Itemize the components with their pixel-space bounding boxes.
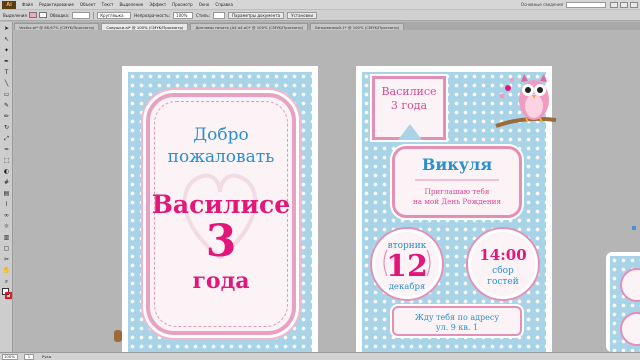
welcome-line-2: пожаловать [167,147,275,167]
offcanvas-branch-fragment[interactable] [114,330,122,342]
opacity-input[interactable]: 100% [173,11,194,19]
maximize-button[interactable] [620,1,628,8]
menu-help[interactable]: Справка [212,2,236,7]
separator [93,11,95,19]
birthday-name: Василисе [151,190,291,219]
tab-vestka[interactable]: Vestka.ai* @ 66,67% (CMYK/Просмотр) [14,23,100,30]
help-search-input[interactable] [566,1,606,8]
gather-line-2: гостей [487,277,519,287]
flag-notch [398,124,422,140]
close-button[interactable] [630,1,638,8]
pen-tool-icon[interactable]: ✒ [2,57,11,66]
gather-line-1: сбор [492,266,514,276]
symbol-sprayer-tool-icon[interactable]: ☼ [2,222,11,231]
rectangle-tool-icon[interactable]: ▭ [2,90,11,99]
owl-on-branch-illustration[interactable] [494,66,558,136]
current-tool-status: Рука [42,354,52,359]
menu-text[interactable]: Текст [99,2,117,7]
type-tool-icon[interactable]: T [2,68,11,77]
menu-bar: Ai Файл Редактирование Объект Текст Выде… [0,0,640,10]
menu-select[interactable]: Выделение [116,2,146,7]
day-number: 12 [386,249,428,284]
tab-untitled[interactable]: Безымянный-1* @ 100% (CMYK/Просмотр) [310,23,405,30]
control-bar: Выделения Обводка: Кругляшка Непрозрачно… [0,10,640,21]
menu-effect[interactable]: Эффект [146,2,169,7]
sender-name: Викуля [421,155,493,174]
date-circle[interactable]: вторник 12 декабря [372,229,442,299]
brush-select[interactable]: Кругляшка [97,11,132,19]
name-flag-banner[interactable]: Василисе 3 года [372,76,446,140]
status-bar: 100% 1 Рука [0,352,640,360]
preferences-button[interactable]: Установки [287,11,317,19]
brush-tool-icon[interactable]: ✎ [2,101,11,110]
fill-stroke-widget[interactable] [2,288,12,300]
document-settings-button[interactable]: Параметры документа [228,11,285,19]
workspace-switcher[interactable]: Основные сведения [518,2,566,7]
rotate-tool-icon[interactable]: ↻ [2,123,11,132]
graph-tool-icon[interactable]: ▥ [2,233,11,242]
menu-view[interactable]: Просмотр [169,2,196,7]
eyedropper-tool-icon[interactable]: ⌇ [2,200,11,209]
divider-ornament [415,179,499,181]
shape-builder-tool-icon[interactable]: ◐ [2,167,11,176]
menu-edit[interactable]: Редактирование [36,2,77,7]
artboard-tool-icon[interactable]: ▢ [2,244,11,253]
artboard-invitation[interactable]: Василисе 3 года Викуля Приглашаю тебя на… [356,66,557,356]
gathering-time: 14:00 [479,246,527,264]
month: декабря [388,282,426,292]
stroke-weight-input[interactable] [72,11,91,19]
menu-object[interactable]: Объект [77,2,99,7]
years-word: года [192,268,250,294]
tab-sovushki[interactable]: Совушки.ai* @ 100% (CMYK/Просмотр) [101,23,189,30]
menu-file[interactable]: Файл [19,2,36,7]
artboard-number-select[interactable]: 1 [24,353,34,360]
blend-tool-icon[interactable]: ∞ [2,211,11,220]
tools-panel: ➤ ↖ ✦ ✒ T ╲ ▭ ✎ ✏ ↻ ⤢ ≈ ⬚ ◐ # ▤ ⌇ ∞ ☼ ▥ … [0,22,13,352]
scale-tool-icon[interactable]: ⤢ [2,134,11,143]
offcanvas-artboard-fragment[interactable] [606,252,640,352]
invite-line-2: на мой День Рождения [412,197,501,206]
fill-swatch[interactable] [28,12,37,18]
address-box[interactable]: Жду тебя по адресу ул. 9 кв. 1 [392,306,522,336]
gradient-tool-icon[interactable]: ▤ [2,189,11,198]
time-circle[interactable]: 14:00 сбор гостей [468,229,538,299]
free-transform-tool-icon[interactable]: ⬚ [2,156,11,165]
menu-window[interactable]: Окно [196,2,213,7]
selection-tool-icon[interactable]: ➤ [2,24,11,33]
magic-wand-tool-icon[interactable]: ✦ [2,46,11,55]
flag-age: 3 года [390,99,428,112]
address-line-2: ул. 9 кв. 1 [435,323,479,332]
width-tool-icon[interactable]: ≈ [2,145,11,154]
app-logo-icon: Ai [2,0,16,9]
stroke-color-icon[interactable] [5,292,12,299]
selection-label: Выделения [3,12,27,18]
mesh-tool-icon[interactable]: # [2,178,11,187]
selection-anchor-point[interactable] [632,226,636,230]
birthday-age: 3 [205,216,237,267]
flag-name: Василисе [381,85,437,98]
document-tabs: Vestka.ai* @ 66,67% (CMYK/Просмотр) Сову… [14,22,640,30]
hand-tool-icon[interactable]: ✋ [2,266,11,275]
pencil-tool-icon[interactable]: ✏ [2,112,11,121]
minimize-button[interactable] [610,1,618,8]
artboard-welcome-poster[interactable]: Добро пожаловать Василисе 3 года [122,66,318,356]
line-tool-icon[interactable]: ╲ [2,79,11,88]
zoom-level-select[interactable]: 100% [2,353,18,360]
style-label: Стиль: [196,12,211,18]
illustrator-window: Ai Файл Редактирование Объект Текст Выде… [0,0,640,360]
welcome-line-1: Добро [193,125,249,145]
stroke-label: Обводка: [49,12,70,18]
tab-diplomy[interactable]: Дипломы печать (A4 a4.ai)* @ 100% (CMYK/… [190,23,309,30]
style-select[interactable] [213,11,226,19]
zoom-tool-icon[interactable]: ⌕ [2,277,11,286]
stroke-swatch[interactable] [38,12,47,18]
invite-line-1: Приглашаю тебя [424,187,490,196]
opacity-label: Непрозрачность: [134,12,171,18]
invitation-plaque[interactable]: Викуля Приглашаю тебя на мой День Рожден… [392,146,522,218]
ornate-frame[interactable]: Добро пожаловать Василисе 3 года [146,93,296,335]
direct-selection-tool-icon[interactable]: ↖ [2,35,11,44]
slice-tool-icon[interactable]: ✂ [2,255,11,264]
